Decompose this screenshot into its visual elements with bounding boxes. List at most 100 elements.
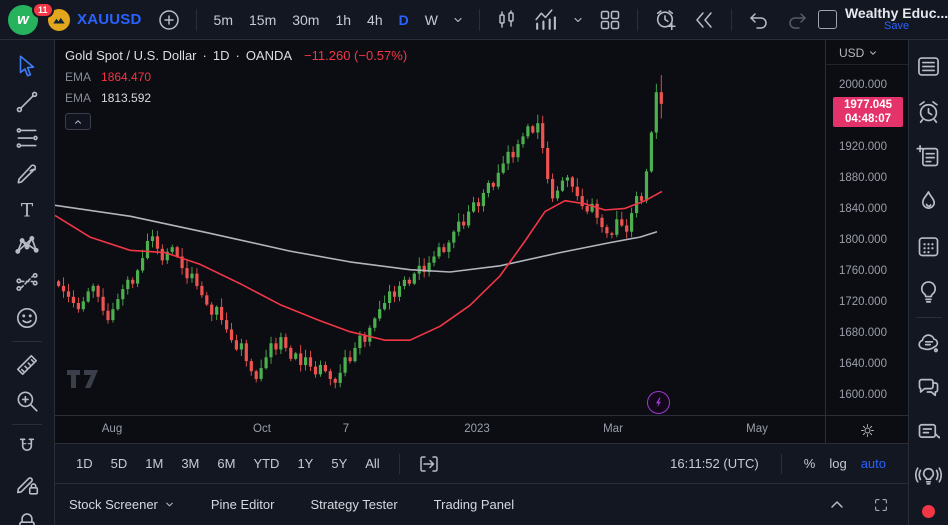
currency-selector[interactable]: USD	[826, 40, 908, 65]
range-1y[interactable]: 1Y	[290, 452, 320, 475]
range-1m[interactable]: 1M	[138, 452, 170, 475]
divider	[12, 424, 42, 425]
fib-retracement-tool-icon[interactable]	[8, 120, 46, 156]
tf-15m[interactable]: 15m	[242, 7, 283, 33]
range-1d[interactable]: 1D	[69, 452, 100, 475]
legend-dot: ·	[235, 48, 239, 63]
tf-30m[interactable]: 30m	[285, 7, 326, 33]
price-tick: 1680.000	[839, 327, 887, 339]
current-price: 1977.045	[833, 98, 903, 112]
watchlist-icon[interactable]	[911, 44, 947, 89]
range-ytd[interactable]: YTD	[246, 452, 286, 475]
time-tick: Mar	[603, 423, 623, 435]
pattern-xabcd-tool-icon[interactable]	[8, 228, 46, 264]
tab-strategy-tester[interactable]: Strategy Tester	[310, 497, 397, 512]
fullscreen-icon[interactable]	[868, 492, 894, 518]
log-scale-button[interactable]: log	[829, 456, 846, 471]
price-tick: 1760.000	[839, 265, 887, 277]
compare-add-button[interactable]	[152, 3, 186, 37]
bar-replay-icon[interactable]	[687, 3, 721, 37]
hotlists-flame-icon[interactable]	[911, 179, 947, 224]
time-tick: 2023	[464, 423, 490, 435]
trend-line-tool-icon[interactable]	[8, 84, 46, 120]
divider	[916, 317, 942, 318]
legend-collapse-button[interactable]	[65, 113, 91, 130]
symbol-search[interactable]: XAUUSD	[42, 5, 148, 35]
percent-scale-button[interactable]: %	[804, 456, 816, 471]
alerts-clock-icon[interactable]	[911, 89, 947, 134]
divider	[479, 9, 480, 31]
time-tick: Aug	[102, 423, 122, 435]
tab-pine-editor[interactable]: Pine Editor	[211, 497, 275, 512]
measure-ruler-tool-icon[interactable]	[8, 347, 46, 383]
legend-exchange: OANDA	[246, 48, 292, 63]
range-3m[interactable]: 3M	[174, 452, 206, 475]
tab-label: Trading Panel	[434, 497, 514, 512]
price-tick: 1720.000	[839, 296, 887, 308]
range-6m[interactable]: 6M	[210, 452, 242, 475]
right-sidebar	[908, 40, 948, 525]
tf-1d-active[interactable]: D	[392, 7, 416, 33]
text-tool-icon[interactable]: T	[8, 192, 46, 228]
range-5y[interactable]: 5Y	[324, 452, 354, 475]
auto-scale-button[interactable]: auto	[861, 456, 886, 471]
tab-label: Pine Editor	[211, 497, 275, 512]
indicators-chevron-icon[interactable]	[567, 9, 589, 31]
session-clock[interactable]: 16:11:52 (UTC)	[670, 456, 759, 471]
divider	[399, 454, 400, 474]
chats-icon[interactable]	[911, 365, 947, 409]
topbar-right: Wealthy Educ... Save	[818, 6, 948, 34]
layout-name-block[interactable]: Wealthy Educ... Save	[845, 7, 948, 33]
timeframe-dropdown-chevron-icon[interactable]	[447, 9, 469, 31]
cursor-tool-icon[interactable]	[8, 48, 46, 84]
tab-stock-screener[interactable]: Stock Screener	[69, 497, 175, 512]
price-axis[interactable]: USD 2000.0001920.0001880.0001840.0001800…	[825, 40, 908, 415]
chart-pane[interactable]: Gold Spot / U.S. Dollar · 1D · OANDA −11…	[55, 40, 908, 443]
tf-5m[interactable]: 5m	[207, 7, 240, 33]
currency-label: USD	[839, 46, 864, 60]
text-tool-glyph: T	[21, 201, 34, 222]
chart-style-candles-icon[interactable]	[490, 3, 524, 37]
layout-square-icon[interactable]	[818, 10, 837, 29]
save-button[interactable]: Save	[884, 20, 909, 33]
range-5d[interactable]: 5D	[104, 452, 135, 475]
divider	[196, 9, 197, 31]
lightning-event-icon[interactable]	[647, 391, 670, 414]
streams-lightbulb-rays-icon[interactable]	[911, 453, 947, 497]
time-tick: 7	[343, 423, 349, 435]
time-tick: Oct	[253, 423, 271, 435]
calendar-icon[interactable]	[911, 224, 947, 269]
time-axis[interactable]: AugOct72023MarMay	[55, 415, 908, 443]
alert-clock-add-icon[interactable]	[648, 2, 683, 37]
forecast-tool-icon[interactable]	[8, 264, 46, 300]
brush-tool-icon[interactable]	[8, 156, 46, 192]
panel-expand-chevron-icon[interactable]	[824, 492, 850, 518]
add-notes-icon[interactable]	[911, 134, 947, 179]
divider	[637, 9, 638, 31]
tf-1h[interactable]: 1h	[328, 7, 358, 33]
go-to-date-icon[interactable]	[412, 447, 446, 481]
axis-settings-corner[interactable]	[825, 416, 908, 443]
layout-grid-icon[interactable]	[593, 3, 627, 37]
symbol-name: XAUUSD	[77, 11, 142, 28]
notification-dot	[922, 505, 935, 518]
minds-cloud-icon[interactable]	[911, 321, 947, 365]
ema-slow-label: EMA	[65, 91, 91, 105]
drawing-mode-pencil-lock-icon[interactable]	[8, 466, 46, 502]
undo-icon[interactable]	[742, 3, 776, 37]
zoom-in-tool-icon[interactable]	[8, 383, 46, 419]
app-logo[interactable]: w 11	[8, 3, 38, 37]
indicators-icon[interactable]	[528, 2, 563, 37]
redo-icon[interactable]	[780, 3, 814, 37]
tab-trading-panel[interactable]: Trading Panel	[434, 497, 514, 512]
magnet-tool-icon[interactable]	[8, 430, 46, 466]
tf-1w[interactable]: W	[418, 7, 445, 33]
lock-all-tool-icon[interactable]	[8, 502, 46, 525]
ideas-lightbulb-icon[interactable]	[911, 269, 947, 314]
range-all[interactable]: All	[358, 452, 386, 475]
comment-bubble-icon[interactable]	[911, 409, 947, 453]
emoji-tool-icon[interactable]	[8, 300, 46, 336]
tf-4h[interactable]: 4h	[360, 7, 390, 33]
layout-name: Wealthy Educ...	[845, 7, 948, 20]
price-tick: 2000.000	[839, 79, 887, 91]
